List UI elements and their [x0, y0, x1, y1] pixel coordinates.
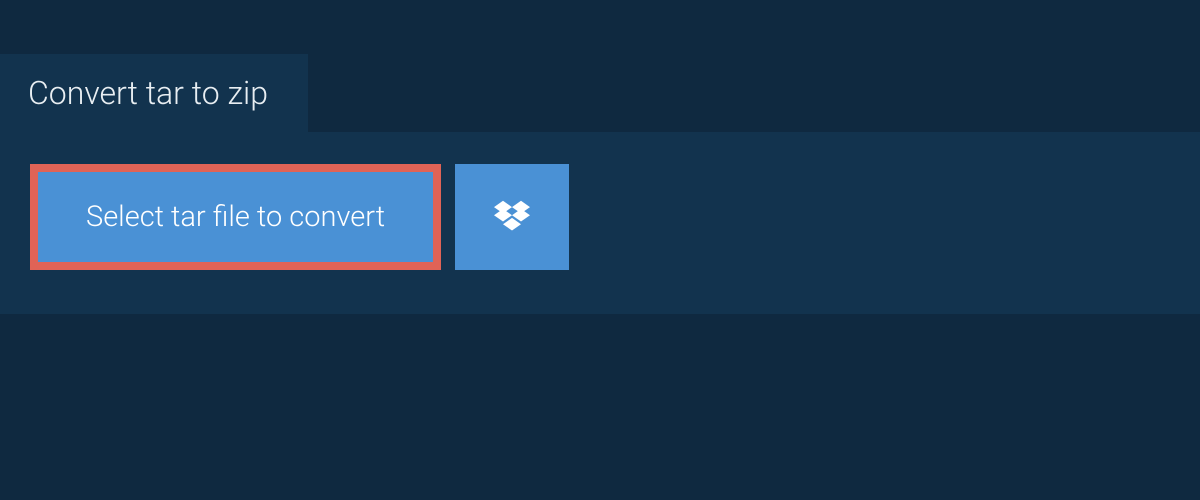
select-file-button-label: Select tar file to convert: [86, 200, 385, 234]
tab-header: Convert tar to zip: [0, 54, 308, 132]
dropbox-icon: [494, 200, 530, 234]
page-title: Convert tar to zip: [28, 74, 268, 112]
button-row: Select tar file to convert: [30, 164, 1170, 270]
converter-panel: Select tar file to convert: [0, 132, 1200, 314]
dropbox-button[interactable]: [455, 164, 569, 270]
select-file-button[interactable]: Select tar file to convert: [30, 164, 441, 270]
